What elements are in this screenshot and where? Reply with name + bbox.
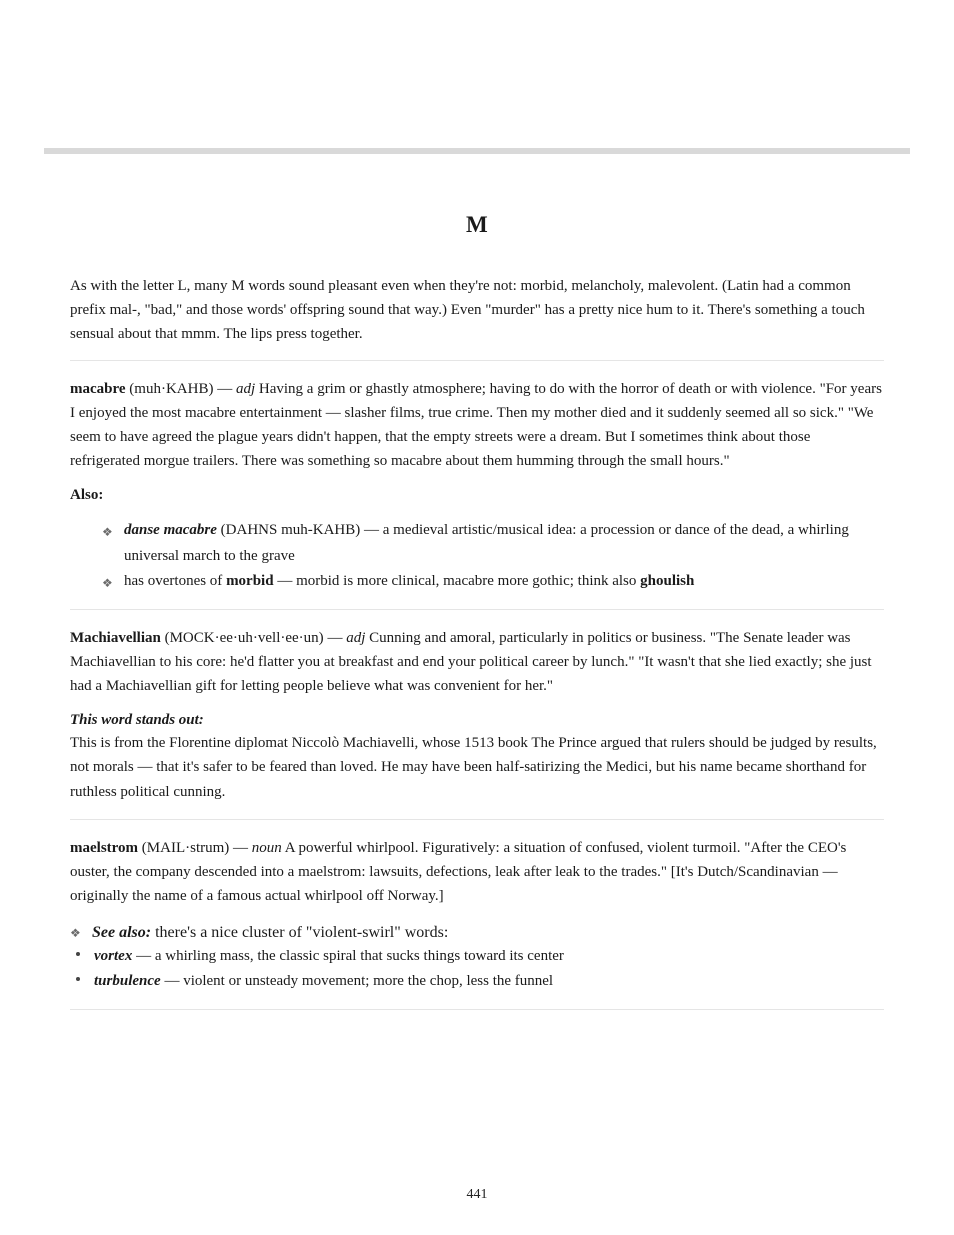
- standouts-body: This is from the Florentine diplomat Nic…: [70, 731, 884, 805]
- diamond-icon: ❖: [102, 573, 114, 593]
- part-of-speech: adj: [236, 381, 255, 397]
- headword: Machiavellian: [70, 630, 161, 646]
- also-heading: Also:: [70, 487, 884, 504]
- intro-paragraph: As with the letter L, many M words sound…: [70, 274, 884, 346]
- entry-headline: maelstrom (MAIL·strum) — noun: [70, 840, 285, 856]
- see-also-item: vortex — a whirling mass, the classic sp…: [70, 944, 884, 970]
- romanization: (MOCK·ee·uh·vell·ee·un): [165, 630, 324, 646]
- see-word: vortex: [94, 948, 132, 964]
- standouts-heading: This word stands out:: [70, 712, 884, 729]
- entry: macabre (muh·KAHB) — adj Having a grim o…: [70, 377, 884, 595]
- romanization: (muh·KAHB): [129, 381, 213, 397]
- entry-separator: [70, 819, 884, 820]
- idiom-rest: (DAHNS muh-KAHB) — a medieval artistic/m…: [124, 522, 849, 564]
- syn-prefix: has overtones of: [124, 573, 226, 589]
- page-number: 441: [0, 1187, 954, 1203]
- see-also-rest: there's a nice cluster of "violent-swirl…: [155, 924, 448, 941]
- see-rest: — violent or unsteady movement; more the…: [161, 973, 553, 989]
- bullet-icon: [76, 952, 88, 956]
- chapter-title: M: [44, 212, 910, 238]
- entry: Machiavellian (MOCK·ee·uh·vell·ee·un) — …: [70, 626, 884, 805]
- see-rest: — a whirling mass, the classic spiral th…: [132, 948, 564, 964]
- see-also-item: turbulence — violent or unsteady movemen…: [70, 969, 884, 995]
- headword: macabre: [70, 381, 126, 397]
- entry-separator: [70, 609, 884, 610]
- synonym: morbid: [226, 573, 274, 589]
- part-of-speech: adj: [346, 630, 365, 646]
- diamond-icon: ❖: [102, 522, 114, 542]
- see-also-lead: See also:: [92, 924, 155, 941]
- entry-headline: Machiavellian (MOCK·ee·uh·vell·ee·un) — …: [70, 630, 369, 646]
- idiom-term: danse macabre: [124, 522, 217, 538]
- romanization: (MAIL·strum): [142, 840, 229, 856]
- also-list: ❖ danse macabre (DAHNS muh-KAHB) — a med…: [70, 518, 884, 595]
- syn-mid: — morbid is more clinical, macabre more …: [274, 573, 641, 589]
- entry-separator: [70, 1009, 884, 1010]
- synonym: ghoulish: [640, 573, 694, 589]
- see-also-list: vortex — a whirling mass, the classic sp…: [70, 944, 884, 995]
- entry-headline: macabre (muh·KAHB) — adj: [70, 381, 259, 397]
- see-also-heading: ❖ See also: there's a nice cluster of "v…: [70, 922, 884, 942]
- entry: maelstrom (MAIL·strum) — noun A powerful…: [70, 836, 884, 995]
- diamond-icon: ❖: [70, 926, 82, 941]
- see-word: turbulence: [94, 973, 161, 989]
- top-rule: [44, 148, 910, 154]
- bullet-icon: [76, 977, 88, 981]
- headword: maelstrom: [70, 840, 138, 856]
- also-item: ❖ has overtones of morbid — morbid is mo…: [70, 569, 884, 595]
- also-item: ❖ danse macabre (DAHNS muh-KAHB) — a med…: [70, 518, 884, 569]
- entry-separator: [70, 360, 884, 361]
- part-of-speech: noun: [252, 840, 282, 856]
